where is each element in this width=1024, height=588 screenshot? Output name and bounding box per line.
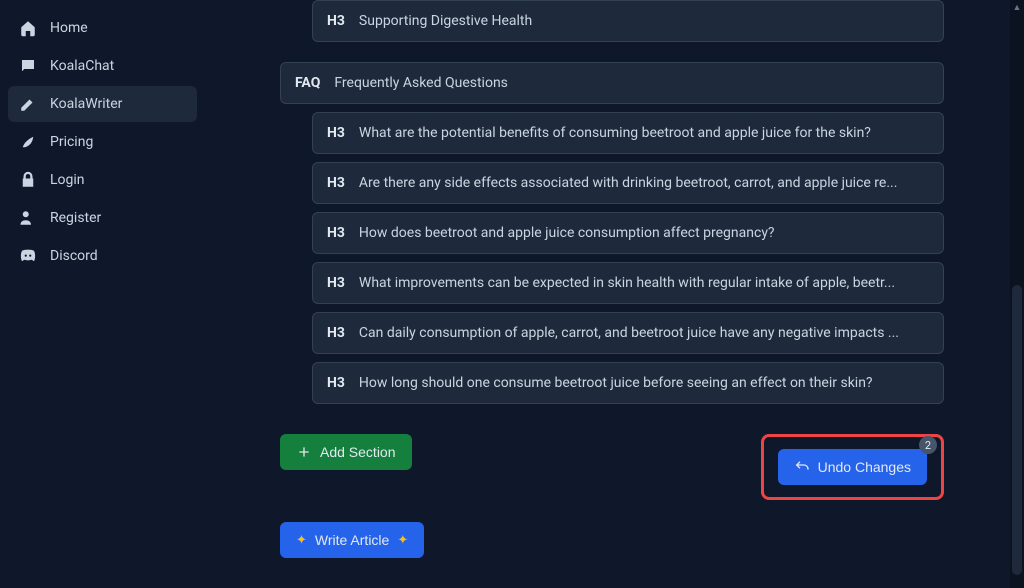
- sidebar: Home KoalaChat KoalaWriter Pricing Login…: [0, 0, 205, 588]
- outline-tag: FAQ: [295, 75, 320, 91]
- outline-text: Supporting Digestive Health: [359, 13, 532, 29]
- outline-text: How does beetroot and apple juice consum…: [359, 225, 775, 241]
- rocket-icon: [18, 132, 38, 152]
- outline-tag: H3: [327, 325, 345, 341]
- button-label: Add Section: [320, 444, 396, 460]
- outline-tag: H3: [327, 225, 345, 241]
- outline-row[interactable]: H3 How long should one consume beetroot j…: [312, 362, 944, 404]
- undo-highlight: Undo Changes 2: [761, 434, 944, 500]
- lock-icon: [18, 170, 38, 190]
- button-label: Write Article: [315, 532, 389, 548]
- chat-icon: [18, 56, 38, 76]
- outline-tag: H3: [327, 13, 345, 29]
- sparkle-icon: ✦: [397, 532, 408, 548]
- sidebar-item-label: KoalaWriter: [50, 96, 122, 112]
- sidebar-item-home[interactable]: Home: [8, 10, 197, 46]
- outline-text: What are the potential benefits of consu…: [359, 125, 871, 141]
- write-article-button[interactable]: ✦ Write Article ✦: [280, 522, 424, 558]
- sidebar-item-label: Home: [50, 20, 88, 36]
- sidebar-item-label: Register: [50, 210, 101, 226]
- outline-text: What improvements can be expected in ski…: [359, 275, 895, 291]
- outline-text: How long should one consume beetroot jui…: [359, 375, 873, 391]
- outline-row[interactable]: H3 What are the potential benefits of con…: [312, 112, 944, 154]
- sidebar-item-pricing[interactable]: Pricing: [8, 124, 197, 160]
- main-content: H3 Supporting Digestive Health FAQ Frequent…: [205, 0, 1024, 588]
- add-section-button[interactable]: Add Section: [280, 434, 412, 470]
- sidebar-item-koalachat[interactable]: KoalaChat: [8, 48, 197, 84]
- scrollbar-thumb[interactable]: [1012, 285, 1022, 575]
- sparkle-icon: ✦: [296, 532, 307, 548]
- outline-text: Can daily consumption of apple, carrot, …: [359, 325, 899, 341]
- outline-tag: H3: [327, 375, 345, 391]
- undo-count-badge: 2: [919, 436, 937, 454]
- sidebar-item-label: Login: [50, 172, 85, 188]
- outline-text: Are there any side effects associated wi…: [359, 175, 897, 191]
- button-label: Undo Changes: [818, 459, 911, 475]
- sidebar-item-label: Pricing: [50, 134, 93, 150]
- undo-icon: [794, 459, 810, 475]
- home-icon: [18, 18, 38, 38]
- outline-row[interactable]: FAQ Frequently Asked Questions: [280, 62, 944, 104]
- outline-tag: H3: [327, 275, 345, 291]
- undo-changes-button[interactable]: Undo Changes: [778, 449, 927, 485]
- outline-text: Frequently Asked Questions: [334, 75, 508, 91]
- outline-row[interactable]: H3 What improvements can be expected in s…: [312, 262, 944, 304]
- sidebar-item-register[interactable]: Register: [8, 200, 197, 236]
- scroll-up-icon[interactable]: ▲: [1012, 2, 1022, 12]
- sidebar-item-discord[interactable]: Discord: [8, 238, 197, 274]
- outline-row[interactable]: H3 Supporting Digestive Health: [312, 0, 944, 42]
- sidebar-item-label: Discord: [50, 248, 98, 264]
- sidebar-item-label: KoalaChat: [50, 58, 114, 74]
- plus-icon: [296, 444, 312, 460]
- outline-row[interactable]: H3 Can daily consumption of apple, carrot…: [312, 312, 944, 354]
- sidebar-item-login[interactable]: Login: [8, 162, 197, 198]
- user-plus-icon: [18, 208, 38, 228]
- outline-tag: H3: [327, 125, 345, 141]
- outline-tag: H3: [327, 175, 345, 191]
- outline-row[interactable]: H3 Are there any side effects associated …: [312, 162, 944, 204]
- outline-row[interactable]: H3 How does beetroot and apple juice cons…: [312, 212, 944, 254]
- scrollbar[interactable]: ▲: [1010, 0, 1024, 588]
- sidebar-item-koalawriter[interactable]: KoalaWriter: [8, 86, 197, 122]
- discord-icon: [18, 246, 38, 266]
- writer-icon: [18, 94, 38, 114]
